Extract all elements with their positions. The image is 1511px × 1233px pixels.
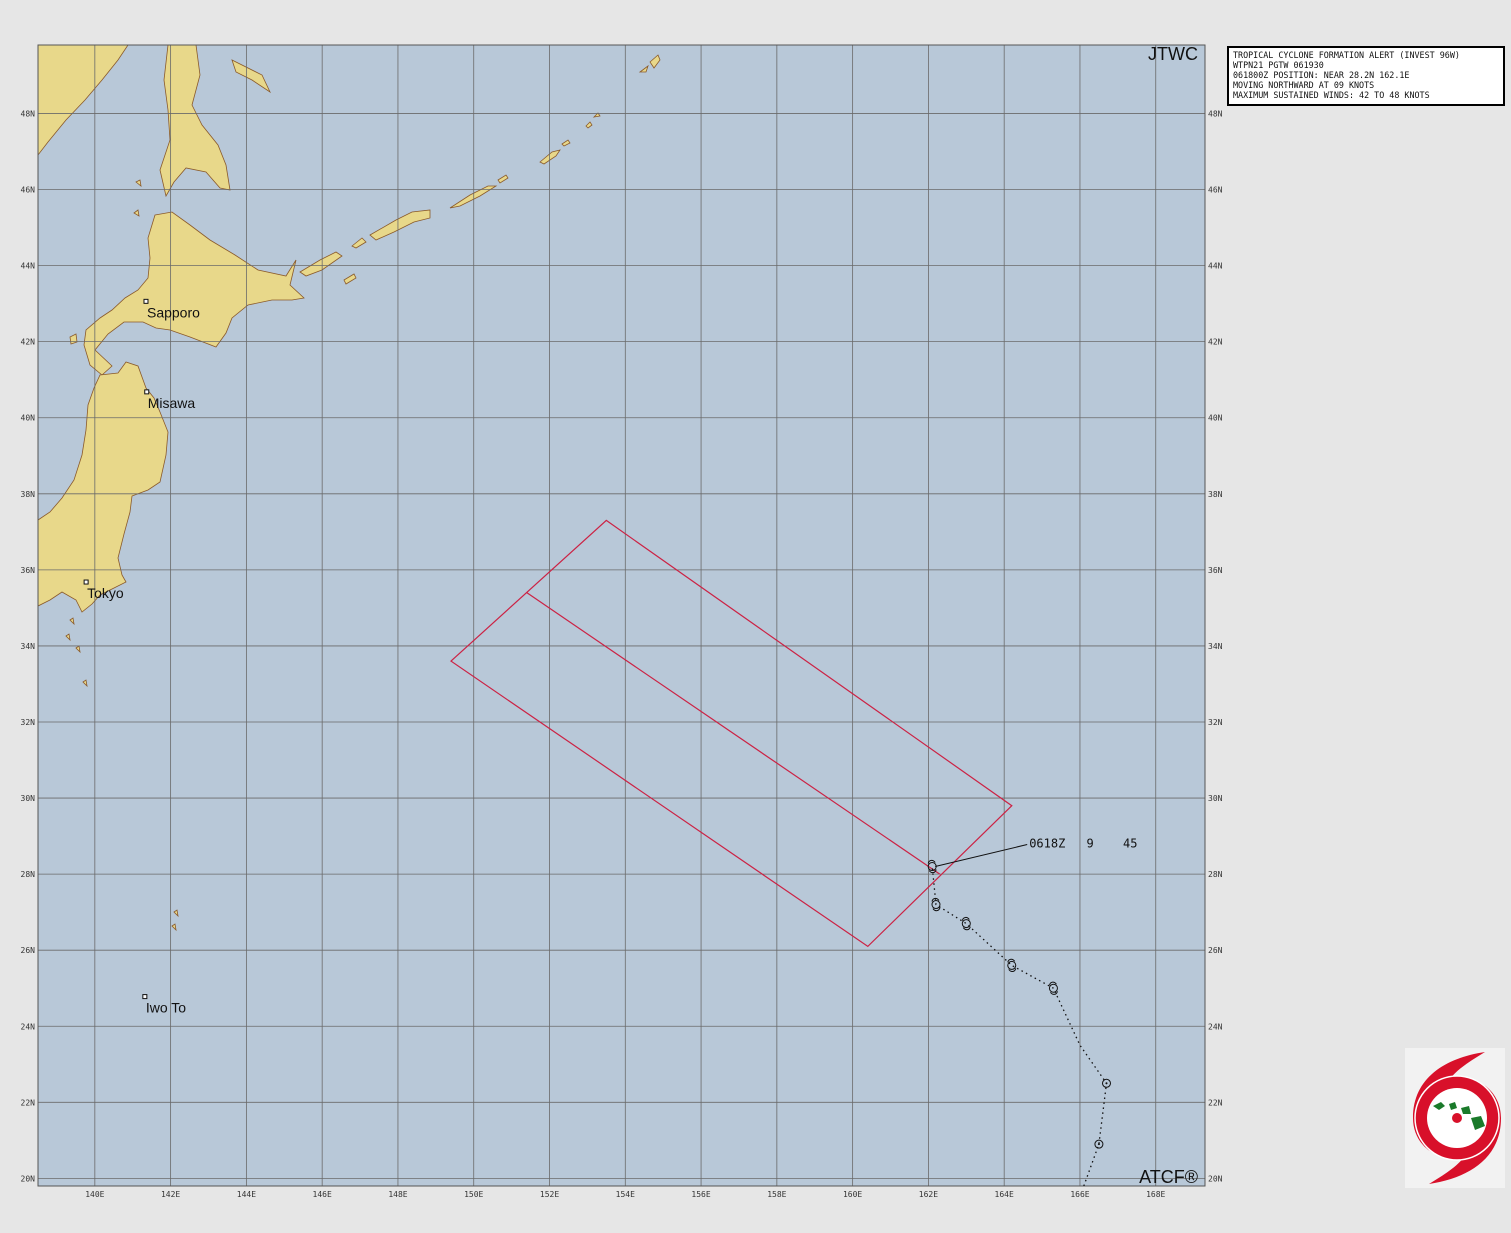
lon-label: 142E (161, 1190, 180, 1199)
lon-label: 140E (85, 1190, 104, 1199)
lon-label: 164E (995, 1190, 1014, 1199)
lon-label: 166E (1070, 1190, 1089, 1199)
lat-label-right: 20N (1208, 1174, 1223, 1183)
lon-labels: 140E 142E 144E 146E 148E 150E 152E 154E 156E 158E… (85, 1190, 1165, 1199)
lon-label: 152E (540, 1190, 559, 1199)
lon-label: 144E (237, 1190, 256, 1199)
city-marker (143, 298, 149, 304)
lon-label: 158E (767, 1190, 786, 1199)
lat-label-left: 44N (21, 262, 36, 271)
track-point-center (1105, 1082, 1108, 1085)
cyclone-map: 48N 46N 44N 42N 40N 38N 36N 34N 32N 30N 28N 26N 24N 2… (21, 44, 1223, 1199)
alert-line-5: MAXIMUM SUSTAINED WINDS: 42 TO 48 KNOTS (1233, 90, 1430, 100)
lat-label-left: 28N (21, 870, 36, 879)
jtwc-logo (1405, 1048, 1505, 1188)
city-label: Iwo To (146, 1000, 186, 1016)
lon-label: 160E (843, 1190, 862, 1199)
lat-label-left: 48N (21, 109, 36, 118)
lon-label: 156E (691, 1190, 710, 1199)
atcf-label: ATCF® (1139, 1167, 1198, 1187)
lon-label: 150E (464, 1190, 483, 1199)
lon-label: 146E (313, 1190, 332, 1199)
lat-label-left: 42N (21, 338, 36, 347)
alert-line-2: WTPN21 PGTW 061930 (1233, 60, 1324, 70)
lat-label-left: 32N (21, 718, 36, 727)
lon-label: 162E (919, 1190, 938, 1199)
lat-label-left: 46N (21, 186, 36, 195)
city-label: Tokyo (87, 585, 124, 601)
lat-labels-left: 48N 46N 44N 42N 40N 38N 36N 34N 32N 30N 28N 26N 24N 2… (21, 109, 36, 1183)
lat-label-left: 30N (21, 794, 36, 803)
track-label-time: 0618Z (1029, 837, 1065, 851)
lat-label-right: 24N (1208, 1022, 1223, 1031)
alert-line-3: 061800Z POSITION: NEAR 28.2N 162.1E (1233, 70, 1410, 80)
track-label-value1: 9 (1087, 837, 1094, 851)
city-label: Misawa (148, 395, 196, 411)
lon-label: 154E (616, 1190, 635, 1199)
lat-label-left: 38N (21, 490, 36, 499)
lat-label-right: 34N (1208, 642, 1223, 651)
lat-labels-right: 48N 46N 44N 42N 40N 38N 36N 34N 32N 30N 28N 26N 24N 2… (1208, 109, 1223, 1183)
city-marker (142, 994, 148, 1000)
track-label-value2: 45 (1123, 837, 1137, 851)
lat-label-right: 46N (1208, 186, 1223, 195)
lat-label-left: 40N (21, 414, 36, 423)
lon-label: 168E (1146, 1190, 1165, 1199)
lat-label-right: 36N (1208, 566, 1223, 575)
city-marker (83, 579, 89, 585)
lat-label-left: 20N (21, 1174, 36, 1183)
agency-label: JTWC (1148, 44, 1198, 64)
lat-label-right: 38N (1208, 490, 1223, 499)
alert-box: TROPICAL CYCLONE FORMATION ALERT (INVEST… (1227, 46, 1505, 106)
track-point-center (1097, 1143, 1100, 1146)
city-label: Sapporo (147, 304, 200, 320)
lat-label-right: 30N (1208, 794, 1223, 803)
lon-label: 148E (388, 1190, 407, 1199)
lat-label-right: 32N (1208, 718, 1223, 727)
lat-label-right: 42N (1208, 338, 1223, 347)
lat-label-left: 24N (21, 1022, 36, 1031)
lat-label-left: 26N (21, 946, 36, 955)
lat-label-left: 34N (21, 642, 36, 651)
lat-label-right: 26N (1208, 946, 1223, 955)
lat-label-right: 48N (1208, 109, 1223, 118)
lat-label-right: 22N (1208, 1098, 1223, 1107)
lat-label-right: 28N (1208, 870, 1223, 879)
alert-line-4: MOVING NORTHWARD AT 09 KNOTS (1233, 80, 1375, 90)
lat-label-left: 22N (21, 1098, 36, 1107)
ocean (38, 45, 1205, 1186)
lat-label-right: 40N (1208, 414, 1223, 423)
lat-label-left: 36N (21, 566, 36, 575)
alert-line-1: TROPICAL CYCLONE FORMATION ALERT (INVEST… (1233, 50, 1460, 60)
lat-label-right: 44N (1208, 262, 1223, 271)
city-marker (144, 389, 150, 395)
